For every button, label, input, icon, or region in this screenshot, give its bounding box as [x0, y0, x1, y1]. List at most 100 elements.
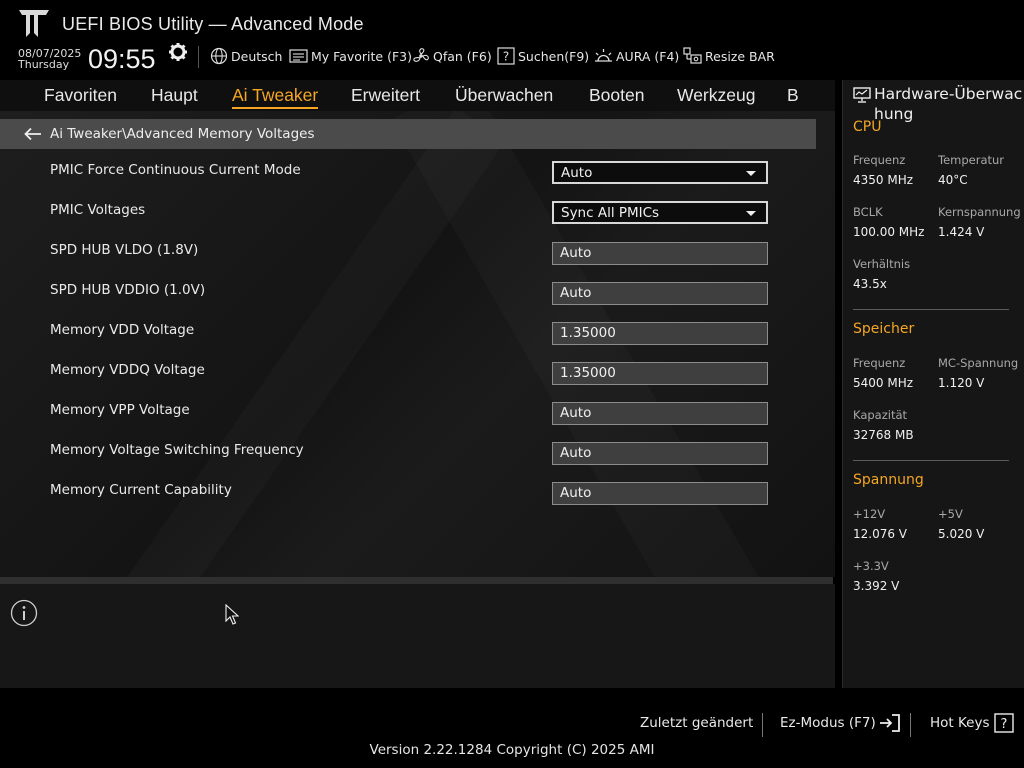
tuf-logo-icon [19, 10, 49, 37]
resize-bar-label: Resize BAR [705, 48, 775, 64]
monitor-icon [853, 87, 871, 103]
memory-current-capability-field[interactable]: Auto [552, 482, 768, 505]
breadcrumb: Ai Tweaker\Advanced Memory Voltages [50, 126, 315, 142]
chevron-down-icon [746, 171, 756, 176]
pmic-voltages-dropdown[interactable]: Sync All PMICs [552, 201, 768, 224]
ez-mode-label: Ez-Modus (F7) [780, 715, 876, 731]
v5-value: 5.020 V [938, 527, 985, 541]
pmic-force-current-mode-dropdown[interactable]: Auto [552, 161, 768, 184]
mc-voltage-value: 1.120 V [938, 376, 985, 390]
memory-vpp-voltage-field[interactable]: Auto [552, 402, 768, 425]
footer-bar: Zuletzt geändert Ez-Modus (F7) Hot Keys … [0, 688, 1024, 768]
help-panel [0, 584, 835, 688]
dropdown-value: Sync All PMICs [561, 205, 660, 221]
setting-label-memory-vpp-voltage: Memory VPP Voltage [50, 402, 190, 418]
main-tab-bar: Favoriten Haupt Ai Tweaker Erweitert Übe… [0, 80, 835, 111]
panel-divider [0, 577, 833, 584]
search-button[interactable]: ? Suchen(F9) [497, 46, 589, 66]
svg-text:?: ? [1000, 717, 1007, 732]
bclk-value: 100.00 MHz [853, 225, 925, 239]
last-modified-label: Zuletzt geändert [640, 715, 754, 731]
setting-label-pmic-voltages: PMIC Voltages [50, 202, 146, 218]
monitor-title: Hardware-Überwachung [874, 85, 1023, 123]
v12-value: 12.076 V [853, 527, 908, 541]
v12-label: +12V [853, 507, 886, 521]
version-text: Version 2.22.1284 Copyright (C) 2025 AMI [369, 742, 655, 758]
cpu-heading: CPU [853, 119, 882, 135]
monitor-divider [853, 460, 1009, 461]
question-icon: ? [993, 713, 1014, 733]
memory-frequency-value: 5400 MHz [853, 376, 914, 390]
spd-hub-vldo-field[interactable]: Auto [552, 242, 768, 265]
aura-label: AURA (F4) [616, 48, 680, 64]
voltage-heading: Spannung [853, 472, 924, 488]
search-label: Suchen(F9) [518, 48, 590, 64]
setting-label-memory-vdd-voltage: Memory VDD Voltage [50, 322, 195, 338]
tab-werkzeug[interactable]: Werkzeug [677, 85, 755, 106]
tab-erweitert[interactable]: Erweitert [351, 85, 420, 106]
tab-ai-tweaker[interactable]: Ai Tweaker [232, 85, 319, 109]
settings-panel: Ai Tweaker\Advanced Memory Voltages PMIC… [0, 111, 835, 577]
resize-bar-icon [683, 47, 702, 64]
v33-label: +3.3V [853, 559, 889, 573]
footer-divider [762, 713, 763, 737]
breadcrumb-bar: Ai Tweaker\Advanced Memory Voltages [0, 119, 816, 149]
hot-keys-button[interactable]: Hot Keys ? [930, 710, 1015, 736]
back-arrow-icon[interactable] [24, 127, 42, 141]
last-modified-button[interactable]: Zuletzt geändert [640, 710, 753, 736]
qfan-label: Qfan (F6) [433, 48, 492, 64]
memory-voltage-switching-frequency-field[interactable]: Auto [552, 442, 768, 465]
weekday-display: Thursday [18, 58, 70, 71]
v5-label: +5V [938, 507, 963, 521]
fan-icon [413, 48, 429, 62]
ez-mode-button[interactable]: Ez-Modus (F7) [780, 710, 901, 736]
setting-label-memory-vddq-voltage: Memory VDDQ Voltage [50, 362, 205, 378]
setting-label-memory-voltage-switching-frequency: Memory Voltage Switching Frequency [50, 442, 304, 458]
spd-hub-vddio-field[interactable]: Auto [552, 282, 768, 305]
dropdown-value: Auto [561, 165, 593, 181]
resize-bar-button[interactable]: Resize BAR [683, 46, 775, 66]
header-divider [198, 46, 199, 68]
memory-vddq-voltage-field[interactable]: 1.35000 [552, 362, 768, 385]
ratio-value: 43.5x [853, 277, 887, 291]
cpu-temperature-value: 40°C [938, 173, 968, 187]
setting-label-spd-hub-vddio: SPD HUB VDDIO (1.0V) [50, 282, 206, 298]
mc-voltage-label: MC-Spannung [938, 356, 1019, 370]
language-button[interactable]: Deutsch [210, 46, 282, 66]
my-favorite-label: My Favorite (F3) [311, 48, 412, 64]
memory-frequency-label: Frequenz [853, 356, 906, 370]
capacity-label: Kapazität [853, 408, 908, 422]
memory-vdd-voltage-field[interactable]: 1.35000 [552, 322, 768, 345]
clock-display: 09:55 [88, 44, 156, 74]
core-voltage-value: 1.424 V [938, 225, 985, 239]
gear-icon[interactable] [168, 42, 188, 62]
aura-icon [595, 49, 612, 62]
app-title: UEFI BIOS Utility — Advanced Mode [62, 14, 364, 34]
search-help-icon: ? [497, 47, 515, 65]
setting-label-spd-hub-vldo: SPD HUB VLDO (1.8V) [50, 242, 199, 258]
tab-booten[interactable]: Booten [589, 85, 644, 106]
svg-text:?: ? [503, 50, 509, 64]
favorite-icon [289, 49, 308, 63]
footer-divider [910, 713, 911, 737]
language-label: Deutsch [231, 48, 283, 64]
setting-label-memory-current-capability: Memory Current Capability [50, 482, 232, 498]
memory-heading: Speicher [853, 321, 915, 337]
my-favorite-button[interactable]: My Favorite (F3) [289, 46, 412, 66]
capacity-value: 32768 MB [853, 428, 914, 442]
setting-label-pmic-force-continuous-current-mode: PMIC Force Continuous Current Mode [50, 162, 301, 178]
qfan-button[interactable]: Qfan (F6) [412, 46, 492, 66]
tab-favoriten[interactable]: Favoriten [44, 85, 117, 106]
tab-ueberwachen[interactable]: Überwachen [455, 85, 553, 106]
monitor-divider [853, 309, 1009, 310]
core-voltage-label: Kernspannung [938, 205, 1021, 219]
exit-icon [879, 714, 900, 732]
chevron-down-icon [746, 211, 756, 216]
tab-truncated[interactable]: B [787, 85, 799, 106]
v33-value: 3.392 V [853, 579, 900, 593]
cpu-frequency-label: Frequenz [853, 153, 906, 167]
tab-haupt[interactable]: Haupt [151, 85, 198, 106]
header-bar: UEFI BIOS Utility — Advanced Mode 08/07/… [0, 0, 1024, 80]
aura-button[interactable]: AURA (F4) [594, 46, 679, 66]
hot-keys-label: Hot Keys [930, 715, 990, 731]
